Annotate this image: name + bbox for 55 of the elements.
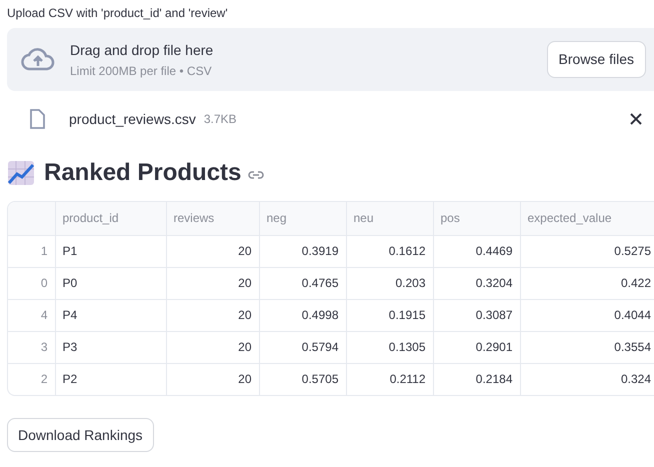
table-cell: 0.4998 bbox=[259, 299, 346, 331]
table-cell: 0.4765 bbox=[259, 267, 346, 299]
file-limit-text: Limit 200MB per file • CSV bbox=[70, 62, 213, 78]
column-header[interactable]: pos bbox=[433, 202, 520, 235]
table-cell: 0.2112 bbox=[346, 363, 433, 395]
row-index: 3 bbox=[8, 331, 55, 363]
file-size: 3.7KB bbox=[204, 111, 237, 128]
table-cell: 20 bbox=[166, 331, 259, 363]
row-index: 2 bbox=[8, 363, 55, 395]
cloud-upload-icon bbox=[21, 46, 55, 72]
browse-files-button[interactable]: Browse files bbox=[546, 41, 646, 78]
table-cell: 0.3087 bbox=[433, 299, 520, 331]
table-cell: P4 bbox=[55, 299, 166, 331]
column-header[interactable]: product_id bbox=[55, 202, 166, 235]
row-index: 4 bbox=[8, 299, 55, 331]
row-index: 1 bbox=[8, 235, 55, 267]
table-cell: 20 bbox=[166, 299, 259, 331]
column-header[interactable]: reviews bbox=[166, 202, 259, 235]
file-name: product_reviews.csv bbox=[69, 110, 196, 129]
drop-instruction: Drag and drop file here bbox=[70, 40, 214, 58]
table-cell: 20 bbox=[166, 235, 259, 267]
table-cell: 0.2901 bbox=[433, 331, 520, 363]
drop-zone[interactable]: Drag and drop file here Limit 200MB per file • CSV Browse files bbox=[7, 28, 654, 91]
table-cell: P0 bbox=[55, 267, 166, 299]
table-cell: P3 bbox=[55, 331, 166, 363]
column-header[interactable]: expected_value bbox=[520, 202, 654, 235]
column-header[interactable]: neg bbox=[259, 202, 346, 235]
table-cell: 0.5794 bbox=[259, 331, 346, 363]
table-cell: 0.3204 bbox=[433, 267, 520, 299]
chart-increasing-icon bbox=[7, 160, 35, 186]
table-cell: 0.422 bbox=[520, 267, 654, 299]
table-cell: 20 bbox=[166, 363, 259, 395]
table-cell: 0.1305 bbox=[346, 331, 433, 363]
upload-label: Upload CSV with 'product_id' and 'review' bbox=[7, 5, 229, 22]
table-cell: 0.4469 bbox=[433, 235, 520, 267]
table-cell: P1 bbox=[55, 235, 166, 267]
table-cell: 0.5705 bbox=[259, 363, 346, 395]
close-icon[interactable] bbox=[630, 113, 642, 125]
table-cell: 20 bbox=[166, 267, 259, 299]
section-heading: Ranked Products bbox=[44, 158, 242, 188]
file-icon bbox=[29, 109, 45, 129]
column-header[interactable]: neu bbox=[346, 202, 433, 235]
table-cell: 0.3554 bbox=[520, 331, 654, 363]
row-index: 0 bbox=[8, 267, 55, 299]
table-cell: 0.4044 bbox=[520, 299, 654, 331]
download-rankings-button[interactable]: Download Rankings bbox=[7, 418, 154, 452]
table-cell: 0.1915 bbox=[346, 299, 433, 331]
table-cell: 0.203 bbox=[346, 267, 433, 299]
link-icon[interactable] bbox=[248, 170, 264, 180]
table-cell: P2 bbox=[55, 363, 166, 395]
table-cell: 0.1612 bbox=[346, 235, 433, 267]
table-cell: 0.324 bbox=[520, 363, 654, 395]
table-cell: 0.3919 bbox=[259, 235, 346, 267]
table-cell: 0.2184 bbox=[433, 363, 520, 395]
table-cell: 0.5275 bbox=[520, 235, 654, 267]
